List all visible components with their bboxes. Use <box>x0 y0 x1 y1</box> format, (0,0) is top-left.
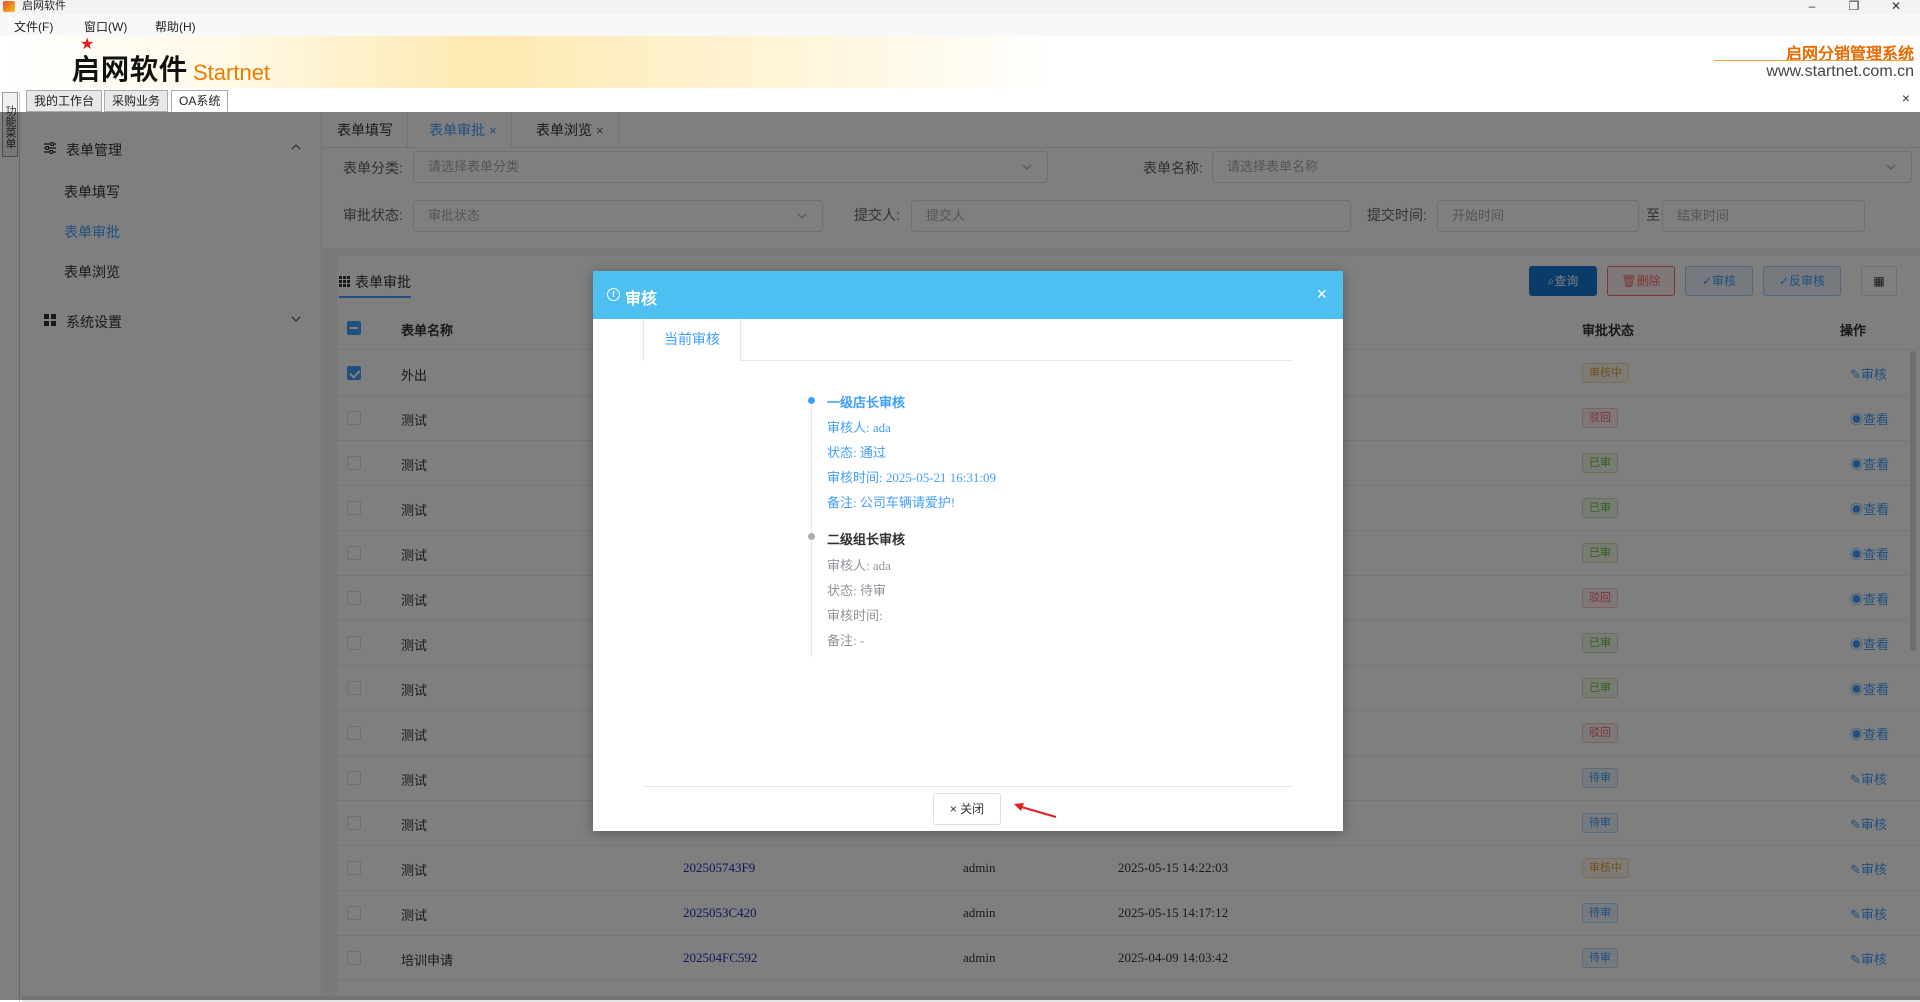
logo-en-text: Startnet <box>193 60 271 85</box>
restore-button[interactable]: ❐ <box>1834 0 1874 14</box>
dialog-header: i 审核 × <box>593 271 1343 319</box>
window-title: 启网软件 <box>22 0 66 12</box>
step-time: 审核时间: 2025-05-21 16:31:09 <box>827 470 996 485</box>
module-tab-purchase[interactable]: 采购业务 <box>104 90 169 112</box>
step-time: 审核时间: <box>827 608 883 623</box>
review-dialog: i 审核 × 当前审核 一级店长审核 审核人: ada 状态: 通过 审核时间:… <box>593 271 1343 831</box>
dialog-close-button[interactable]: × 关闭 <box>933 793 1001 825</box>
app-icon <box>3 1 15 12</box>
info-icon: i <box>607 288 620 301</box>
step-status: 状态: 通过 <box>827 445 886 460</box>
system-name-underline <box>1714 60 1914 61</box>
menubar: 文件(F) 窗口(W) 帮助(H) <box>0 14 1920 36</box>
step-title: 二级组长审核 <box>827 532 906 547</box>
step-remark: 备注: 公司车辆请爱护! <box>827 495 956 510</box>
timeline-dot-pending <box>808 533 815 540</box>
dialog-close-icon[interactable]: × <box>1316 285 1327 303</box>
step-remark: 备注: - <box>827 633 865 648</box>
step-status: 状态: 待审 <box>827 583 886 598</box>
app-banner: ★ 启网软件 Startnet 启网分销管理系统 www.startnet.co… <box>0 36 1920 88</box>
menu-help[interactable]: 帮助(H) <box>155 18 196 35</box>
menu-window[interactable]: 窗口(W) <box>84 18 127 35</box>
company-url: www.startnet.com.cn <box>1766 63 1914 80</box>
module-tab-oa[interactable]: OA系统 <box>171 90 229 112</box>
module-tab-workbench[interactable]: 我的工作台 <box>26 90 103 112</box>
window-titlebar: 启网软件 – ❐ ✕ <box>0 0 1920 14</box>
step-reviewer: 审核人: ada <box>827 420 891 435</box>
tab-current-review[interactable]: 当前审核 <box>643 319 741 361</box>
close-module-icon[interactable]: × <box>1902 90 1910 106</box>
timeline-dot-active <box>808 397 815 404</box>
step-reviewer: 审核人: ada <box>827 558 891 573</box>
annotation-arrow-icon <box>1014 803 1057 818</box>
menu-file[interactable]: 文件(F) <box>14 18 53 35</box>
dialog-footer-divider <box>643 786 1293 787</box>
dialog-title: 审核 <box>625 291 658 308</box>
timeline-line <box>811 399 812 657</box>
step-title: 一级店长审核 <box>827 395 906 410</box>
minimize-button[interactable]: – <box>1792 0 1832 14</box>
close-window-button[interactable]: ✕ <box>1876 0 1916 14</box>
logo-text: 启网软件 <box>72 54 189 85</box>
dialog-tabs: 当前审核 <box>643 319 1293 361</box>
